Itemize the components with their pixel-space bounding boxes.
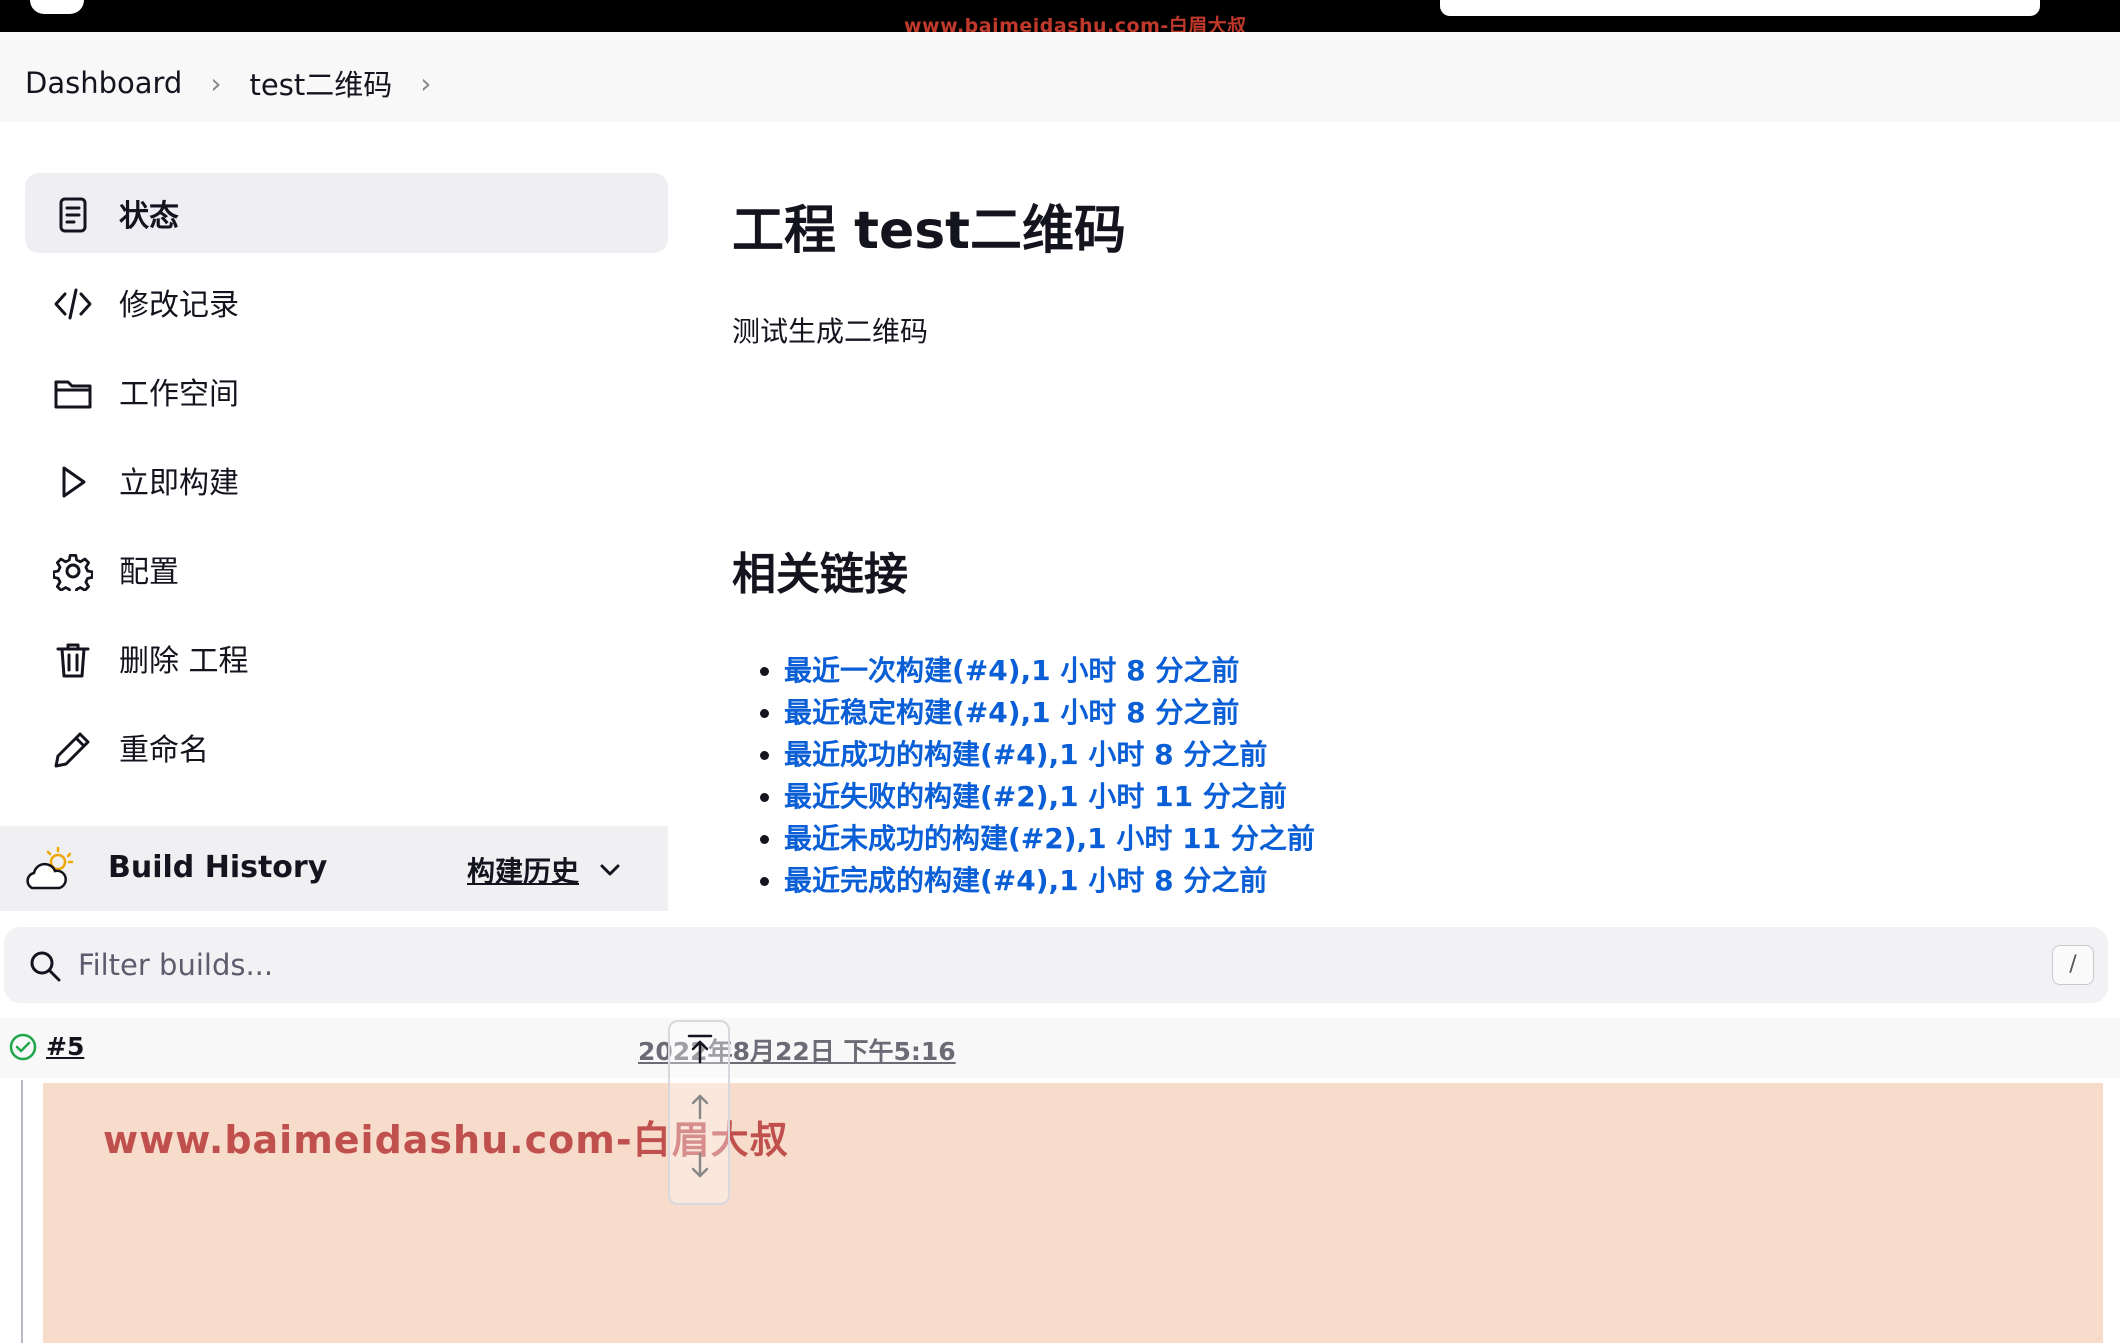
breadcrumb-dashboard[interactable]: Dashboard: [25, 66, 182, 100]
breadcrumb-bar: Dashboard › test二维码 ›: [0, 32, 2120, 122]
breadcrumb-project[interactable]: test二维码: [250, 62, 393, 104]
timeline-line: [21, 1080, 23, 1343]
link-last-build[interactable]: 最近一次构建(#4),1 小时 8 分之前: [760, 650, 1315, 692]
breadcrumb: Dashboard › test二维码 ›: [25, 62, 459, 104]
related-links-title: 相关链接: [732, 549, 908, 600]
link-last-unsuccessful-build[interactable]: 最近未成功的构建(#2),1 小时 11 分之前: [760, 818, 1315, 860]
chevron-right-icon[interactable]: ›: [210, 67, 221, 100]
gear-icon: [53, 553, 93, 591]
search-icon: [30, 951, 61, 982]
top-header-bar: www.baimeidashu.com-白眉大叔: [0, 0, 2120, 37]
filter-builds-bar: /: [4, 927, 2108, 1003]
project-description: 测试生成二维码: [732, 315, 929, 348]
page-title: 工程 test二维码: [732, 201, 1127, 261]
build-history-trend-link[interactable]: 构建历史: [467, 850, 579, 890]
trash-icon: [56, 643, 90, 678]
scroll-up-icon[interactable]: [684, 1090, 716, 1122]
build-history-title: Build History: [108, 850, 328, 885]
sidebar-item-label: 配置: [119, 555, 179, 590]
keyboard-shortcut-badge: /: [2052, 945, 2094, 985]
sidebar-item-workspace[interactable]: 工作空间: [25, 351, 668, 431]
build-number-link[interactable]: #5: [46, 1032, 84, 1061]
sidebar-item-label: 工作空间: [119, 377, 239, 412]
document-icon: [59, 197, 87, 233]
scroll-down-icon[interactable]: [684, 1150, 716, 1182]
sidebar: 状态 修改记录 工作空间 立即构建 配置 删除 工程 重命名: [0, 173, 668, 796]
sidebar-item-label: 状态: [119, 199, 179, 234]
code-icon: [54, 288, 92, 320]
link-last-completed-build[interactable]: 最近完成的构建(#4),1 小时 8 分之前: [760, 860, 1315, 902]
build-history-header: Build History 构建历史: [0, 826, 668, 911]
filter-builds-input[interactable]: [78, 939, 1978, 991]
chevron-right-icon[interactable]: ›: [420, 67, 431, 100]
jenkins-logo[interactable]: [30, 0, 84, 14]
table-row: #5 2022年8月22日 下午5:16: [0, 1018, 2120, 1078]
weather-sunny-cloud-icon: [26, 846, 74, 890]
sidebar-item-label: 重命名: [119, 733, 209, 768]
link-last-failed-build[interactable]: 最近失败的构建(#2),1 小时 11 分之前: [760, 776, 1315, 818]
link-last-stable-build[interactable]: 最近稳定构建(#4),1 小时 8 分之前: [760, 692, 1315, 734]
sidebar-item-status[interactable]: 状态: [25, 173, 668, 253]
play-icon: [62, 466, 86, 498]
link-last-successful-build[interactable]: 最近成功的构建(#4),1 小时 8 分之前: [760, 734, 1315, 776]
sidebar-item-rename[interactable]: 重命名: [25, 707, 668, 787]
pencil-icon: [54, 732, 90, 768]
scroll-control-widget: [668, 1020, 730, 1205]
sidebar-item-build-now[interactable]: 立即构建: [25, 440, 668, 520]
chevron-down-icon[interactable]: [596, 856, 624, 884]
header-search-box[interactable]: [1440, 0, 2040, 16]
folder-icon: [54, 380, 92, 409]
sidebar-item-delete-project[interactable]: 删除 工程: [25, 618, 668, 698]
scroll-to-top-icon[interactable]: [684, 1032, 716, 1064]
sidebar-item-label: 立即构建: [119, 466, 239, 501]
sidebar-item-configure[interactable]: 配置: [25, 529, 668, 609]
related-links-list: 最近一次构建(#4),1 小时 8 分之前 最近稳定构建(#4),1 小时 8 …: [760, 650, 1315, 902]
sidebar-item-label: 修改记录: [119, 288, 239, 323]
sidebar-item-changes[interactable]: 修改记录: [25, 262, 668, 342]
success-check-icon: [9, 1033, 37, 1061]
build-details-panel: www.baimeidashu.com-白眉大叔: [43, 1083, 2103, 1343]
sidebar-item-label: 删除 工程: [119, 644, 249, 679]
